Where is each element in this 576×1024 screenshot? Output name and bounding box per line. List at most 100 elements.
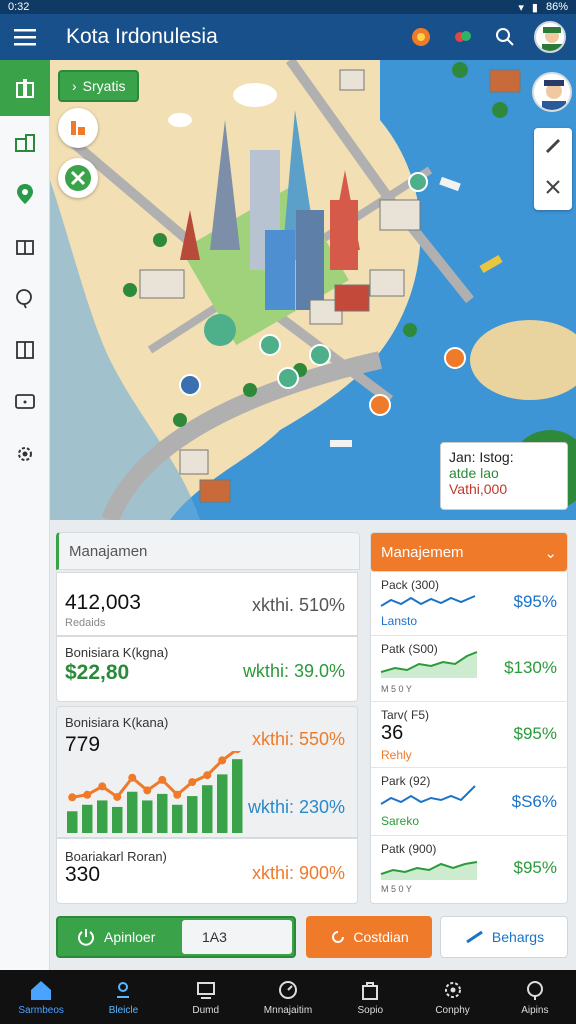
stat-value: 412,003 — [65, 591, 141, 614]
right-panel-header[interactable]: Manajemem ⌄ — [370, 532, 568, 572]
metric-pct: $130% — [504, 658, 557, 677]
sidebar — [0, 60, 50, 970]
menu-icon[interactable] — [0, 14, 50, 60]
gear-icon — [18, 447, 32, 461]
metric-pct: $95% — [513, 858, 557, 877]
store-icon — [16, 240, 34, 255]
bar-chart — [67, 751, 243, 833]
bar — [217, 774, 228, 833]
sidebar-item-location[interactable] — [0, 168, 50, 220]
value-input[interactable]: 1A3 — [182, 920, 292, 954]
stat-sub: Redaids — [65, 617, 106, 629]
bar — [157, 793, 168, 833]
sidebar-item-home[interactable] — [0, 60, 50, 116]
stat-delta: xkthi: 900% — [251, 863, 345, 883]
metric-axis: M 5 0 Y — [381, 684, 412, 694]
behargs-button[interactable]: Behargs — [440, 916, 568, 958]
stat-card[interactable]: Boariakarl Roran) 330 xkthi: 900% — [56, 838, 358, 904]
left-panel-header: Manajamen — [56, 532, 360, 570]
sidebar-item-chat[interactable] — [0, 376, 50, 428]
book-icon — [16, 341, 34, 359]
app-title: Kota Irdonulesia — [66, 25, 218, 48]
battery-level: 86% — [545, 1, 568, 13]
sparkline — [380, 651, 478, 678]
right-panel-title: Manajemem — [381, 544, 464, 561]
bag-icon — [362, 981, 379, 1000]
nav-item-conphy[interactable]: Conphy — [411, 970, 493, 1024]
map-user-avatar[interactable] — [532, 72, 572, 112]
stat-delta: xkthi. 510% — [251, 595, 345, 615]
crosshair-icon[interactable] — [543, 177, 563, 202]
nav-item-aipins[interactable]: Aipins — [494, 970, 576, 1024]
pen-icon — [466, 930, 483, 944]
trend-point — [113, 792, 122, 801]
metric-value: 36 — [381, 722, 404, 744]
info-card-line-2: atde lao — [449, 465, 499, 481]
nav-item-home[interactable]: Sarmbeos — [0, 970, 82, 1024]
palette-icon[interactable] — [450, 24, 476, 50]
trend-point — [203, 771, 212, 780]
bar — [127, 791, 138, 833]
metric-pct: $95% — [513, 592, 557, 611]
nav-item-vehicle[interactable]: Bleicle — [82, 970, 164, 1024]
trend-point — [158, 775, 167, 784]
metric-row[interactable]: Patk (900) M 5 0 Y $95% — [370, 836, 568, 904]
costdian-button[interactable]: Costdian — [306, 916, 432, 958]
status-time: 0:32 — [8, 1, 30, 13]
sidebar-item-settings[interactable] — [0, 428, 50, 480]
nav-item-dumd[interactable]: Dumd — [165, 970, 247, 1024]
pencil-icon[interactable] — [543, 136, 563, 161]
metric-axis: M 5 0 Y — [381, 884, 412, 894]
map-filter-label: Sryatis — [82, 78, 126, 94]
metric-pct: $95% — [513, 724, 557, 743]
bar — [112, 806, 123, 833]
bar — [67, 811, 78, 833]
map-filter-chip[interactable]: › Sryatis — [58, 70, 140, 102]
trend-point — [98, 782, 107, 791]
chevron-right-icon: › — [72, 78, 77, 94]
apinloer-button[interactable]: Apinloer 1A3 — [56, 916, 296, 958]
target-icon[interactable] — [408, 24, 434, 50]
metric-word: Lansto — [381, 614, 418, 628]
user-avatar[interactable] — [534, 21, 566, 53]
stat-card[interactable]: 412,003 Redaids xkthi. 510% — [56, 572, 358, 636]
map-layer-button[interactable] — [58, 108, 98, 148]
stat-label: Bonisiara K(kgna) — [65, 645, 169, 660]
map-info-card[interactable]: Jan: Istog: atde lao Vathi,000 — [440, 442, 568, 510]
stat-value: $22,80 — [65, 661, 130, 684]
search-icon[interactable] — [492, 24, 518, 50]
magnifier-icon — [16, 289, 32, 309]
stat-card[interactable]: Bonisiara K(kgna) $22,80 wkthi: 39.0% — [56, 636, 358, 702]
sidebar-item-search[interactable] — [0, 272, 50, 324]
stat-chart-card[interactable]: Bonisiara K(kana) 779 xkthi: 550% wkthi:… — [56, 706, 358, 838]
map-tools — [534, 128, 572, 210]
bar — [142, 800, 153, 833]
stat-label: Bonisiara K(kana) — [65, 715, 169, 730]
sidebar-item-city[interactable] — [0, 116, 50, 168]
metric-row[interactable]: Patk (S00) M 5 0 Y $130% — [370, 636, 568, 702]
help-icon — [526, 980, 543, 1000]
city-map[interactable]: › Sryatis Jan: Istog: atde lao Vathi,000 — [50, 60, 576, 520]
wifi-icon: ▾ — [518, 1, 524, 14]
trend-point — [83, 790, 92, 799]
sidebar-item-store[interactable] — [0, 220, 50, 272]
app-bar: Kota Irdonulesia — [0, 14, 576, 60]
bar — [97, 800, 108, 833]
metric-row[interactable]: Tarv( F5) 36 Rehly $95% — [370, 702, 568, 768]
metric-row[interactable]: Park (92) Sareko $S6% — [370, 768, 568, 836]
nav-item-sopio[interactable]: Sopio — [329, 970, 411, 1024]
chat-icon — [15, 394, 35, 409]
chevron-down-icon[interactable]: ⌄ — [544, 544, 557, 562]
battery-icon: ▮ — [531, 1, 538, 14]
nav-item-management[interactable]: Mnnajaitim — [247, 970, 329, 1024]
trend-point — [143, 786, 152, 795]
sidebar-item-book[interactable] — [0, 324, 50, 376]
metric-row[interactable]: Pack (300) Lansto $95% — [370, 572, 568, 636]
map-cancel-button[interactable] — [58, 158, 98, 198]
costdian-label: Costdian — [353, 929, 409, 945]
status-bar: 0:32 ▾ ▮ 86% — [0, 0, 576, 14]
power-icon — [78, 929, 94, 946]
gear-icon — [444, 981, 461, 998]
metric-pct: $S6% — [511, 792, 557, 811]
stat-value: 330 — [65, 863, 101, 886]
